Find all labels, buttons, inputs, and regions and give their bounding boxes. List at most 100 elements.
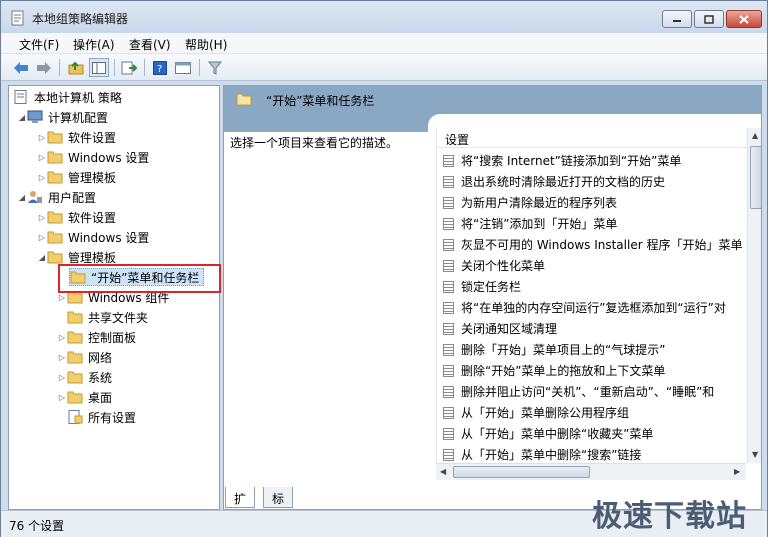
list-item-label: 删除「开始」菜单项目上的“气球提示” xyxy=(461,343,666,357)
expand-arrow-icon[interactable]: ▷ xyxy=(37,213,47,222)
description-text: 选择一个项目来查看它的描述。 xyxy=(230,136,399,150)
tree-item-computer-config[interactable]: ◢ 计算机配置 xyxy=(17,108,108,126)
list-item[interactable]: 为新用户清除最近的程序列表 xyxy=(443,192,743,213)
tab-standard[interactable]: 标准 xyxy=(263,487,294,523)
list-item[interactable]: 将“在单独的内存空间运行”复选框添加到“运行”对 xyxy=(443,297,743,318)
expand-arrow-icon[interactable]: ▷ xyxy=(37,153,47,162)
policy-setting-icon xyxy=(443,154,454,167)
expand-arrow-icon[interactable]: ▷ xyxy=(37,173,47,182)
folder-icon xyxy=(47,231,63,244)
tree-item-network[interactable]: ▷ 网络 xyxy=(57,348,112,366)
menu-action[interactable]: 操作(A) xyxy=(73,36,115,53)
user-icon xyxy=(28,191,42,203)
tree-label: 管理模板 xyxy=(68,250,117,265)
list-item[interactable]: 灰显不可用的 Windows Installer 程序「开始」菜单 xyxy=(443,234,743,255)
expand-arrow-icon[interactable]: ▷ xyxy=(57,353,67,362)
help-button[interactable]: ? xyxy=(150,58,170,77)
menu-file[interactable]: 文件(F) xyxy=(19,36,59,53)
menu-bar: 文件(F) 操作(A) 查看(V) 帮助(H) xyxy=(1,33,767,54)
tree-item-shared-folders[interactable]: 共享文件夹 xyxy=(67,308,148,326)
policy-app-icon xyxy=(11,10,24,26)
expand-arrow-icon[interactable]: ▷ xyxy=(57,373,67,382)
scroll-left-icon[interactable]: ◀ xyxy=(440,467,446,476)
window-title: 本地组策略编辑器 xyxy=(32,12,129,26)
list-item[interactable]: 锁定任务栏 xyxy=(443,276,743,297)
list-item-label: 灰显不可用的 Windows Installer 程序「开始」菜单 xyxy=(461,238,743,252)
list-item-label: 删除“开始”菜单上的拖放和上下文菜单 xyxy=(461,364,666,378)
scroll-up-icon[interactable]: ▲ xyxy=(752,131,758,140)
scroll-right-icon[interactable]: ▶ xyxy=(734,467,740,476)
list-item-label: 删除并阻止访问“关机”、“重新启动”、“睡眠”和 xyxy=(461,385,715,399)
expand-arrow-icon[interactable]: ▷ xyxy=(57,393,67,402)
list-item[interactable]: 将“搜索 Internet”链接添加到“开始”菜单 xyxy=(443,150,743,171)
maximize-button[interactable] xyxy=(694,10,724,28)
filter-button[interactable] xyxy=(205,58,225,77)
properties-button[interactable] xyxy=(173,58,193,77)
filter-icon xyxy=(208,61,222,75)
list-item[interactable]: 删除“开始”菜单上的拖放和上下文菜单 xyxy=(443,360,743,381)
list-item-label: 退出系统时清除最近打开的文档的历史 xyxy=(461,175,666,189)
list-item[interactable]: 关闭个性化菜单 xyxy=(443,255,743,276)
list-item[interactable]: 删除并阻止访问“关机”、“重新启动”、“睡眠”和 xyxy=(443,381,743,402)
list-item[interactable]: 退出系统时清除最近打开的文档的历史 xyxy=(443,171,743,192)
list-item-label: 关闭个性化菜单 xyxy=(461,259,546,273)
highlight-box xyxy=(58,264,221,293)
policy-setting-icon xyxy=(443,448,454,461)
policy-setting-icon xyxy=(443,259,454,272)
vertical-scroll-thumb[interactable] xyxy=(750,146,761,209)
tree-item-user-config[interactable]: ◢ 用户配置 xyxy=(17,188,96,206)
title-bar: 本地组策略编辑器 xyxy=(1,1,767,33)
back-button[interactable] xyxy=(11,58,31,77)
computer-icon xyxy=(27,110,43,123)
tree-item-root[interactable]: 本地计算机 策略 xyxy=(13,88,122,106)
tree-item-desktop[interactable]: ▷ 桌面 xyxy=(57,388,112,406)
tree-label: Windows 设置 xyxy=(68,230,150,245)
close-icon xyxy=(739,14,749,24)
list-item[interactable]: 关闭通知区域清理 xyxy=(443,318,743,339)
expand-arrow-icon[interactable]: ▷ xyxy=(37,233,47,242)
tree-item-user-software[interactable]: ▷ 软件设置 xyxy=(37,208,116,226)
list-item-label: 将“注销”添加到「开始」菜单 xyxy=(461,217,618,231)
tree-item-user-windows[interactable]: ▷ Windows 设置 xyxy=(37,228,149,246)
horizontal-scrollbar[interactable]: ◀ ▶ xyxy=(436,463,746,480)
policy-setting-icon xyxy=(443,322,454,335)
list-item[interactable]: 从「开始」菜单删除公用程序组 xyxy=(443,402,743,423)
policy-setting-icon xyxy=(443,364,454,377)
policy-setting-icon xyxy=(443,301,454,314)
menu-view[interactable]: 查看(V) xyxy=(129,36,171,53)
tree-item-control-panel[interactable]: ▷ 控制面板 xyxy=(57,328,136,346)
minimize-button[interactable] xyxy=(662,10,692,28)
tab-extended[interactable]: 扩展 xyxy=(225,487,256,523)
column-header-setting[interactable]: 设置 xyxy=(437,128,747,148)
menu-help[interactable]: 帮助(H) xyxy=(185,36,227,53)
export-list-button[interactable] xyxy=(119,58,139,77)
list-item[interactable]: 从「开始」菜单中删除“收藏夹”菜单 xyxy=(443,423,743,444)
policy-setting-icon xyxy=(443,217,454,230)
expand-arrow-icon[interactable]: ▷ xyxy=(57,293,67,302)
show-tree-button[interactable] xyxy=(89,58,109,77)
policy-setting-icon xyxy=(443,238,454,251)
horizontal-scroll-thumb[interactable] xyxy=(453,466,590,478)
close-button[interactable] xyxy=(726,10,762,28)
collapse-arrow-icon[interactable]: ◢ xyxy=(37,253,47,262)
expand-arrow-icon[interactable]: ▷ xyxy=(37,133,47,142)
forward-button[interactable] xyxy=(34,58,54,77)
expand-arrow-icon[interactable]: ▷ xyxy=(57,333,67,342)
details-pane: “开始”菜单和任务栏 选择一个项目来查看它的描述。 设置 将“搜索 Intern… xyxy=(223,85,762,510)
list-item-label: 从「开始」菜单中删除“搜索”链接 xyxy=(461,448,642,462)
tree-label: 管理模板 xyxy=(68,170,117,185)
collapse-arrow-icon[interactable]: ◢ xyxy=(17,113,27,122)
list-item[interactable]: 删除「开始」菜单项目上的“气球提示” xyxy=(443,339,743,360)
vertical-scrollbar[interactable]: ▲ ▼ xyxy=(747,128,761,463)
list-item[interactable]: 从「开始」菜单中删除“搜索”链接 xyxy=(443,444,743,465)
tree-item-all-settings[interactable]: 所有设置 xyxy=(67,408,136,426)
collapse-arrow-icon[interactable]: ◢ xyxy=(17,193,27,202)
tree-item-computer-software[interactable]: ▷ 软件设置 xyxy=(37,128,116,146)
tree-item-system[interactable]: ▷ 系统 xyxy=(57,368,112,386)
tree-item-computer-windows[interactable]: ▷ Windows 设置 xyxy=(37,148,149,166)
list-item[interactable]: 将“注销”添加到「开始」菜单 xyxy=(443,213,743,234)
tree-label: 桌面 xyxy=(88,390,113,405)
tree-item-computer-admin[interactable]: ▷ 管理模板 xyxy=(37,168,116,186)
up-folder-button[interactable] xyxy=(66,58,86,77)
scroll-down-icon[interactable]: ▼ xyxy=(752,450,758,459)
